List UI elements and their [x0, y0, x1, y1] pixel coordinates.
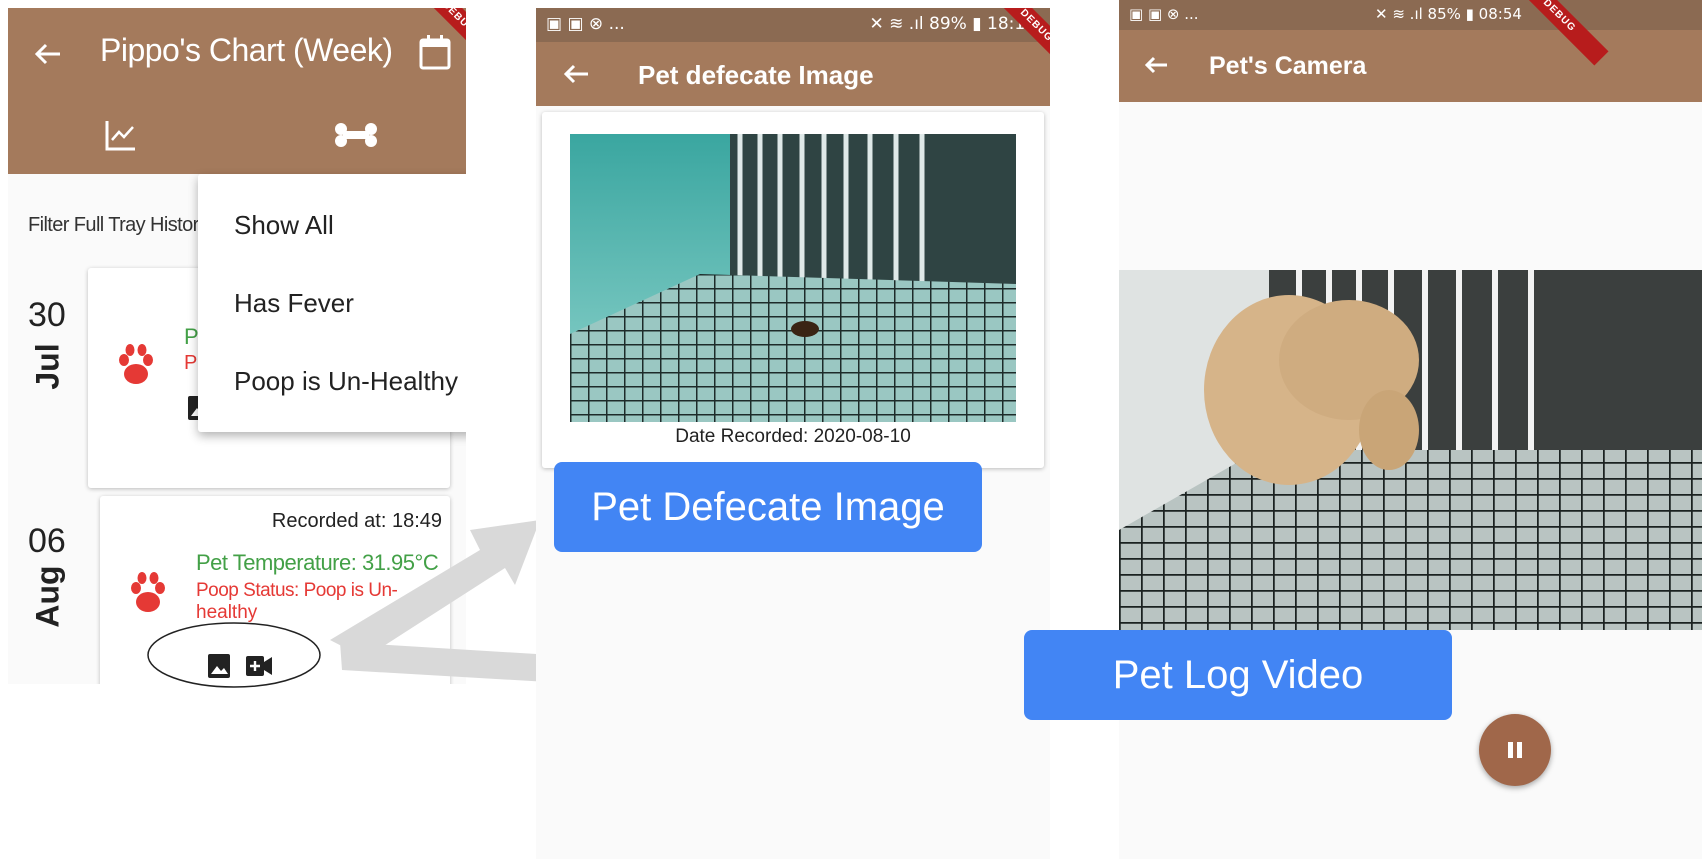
- app-bar: Pet's Camera: [1119, 30, 1702, 102]
- back-button[interactable]: [1141, 50, 1171, 80]
- status-icons-right: ✕ ≋ .ıl 89% ▮ 18:10: [869, 14, 1037, 34]
- status-bar: ▣ ▣ ⊗ ... ✕ ≋ .ıl 85% ▮ 08:54: [1119, 0, 1702, 30]
- poop-status-text: P: [184, 352, 198, 374]
- filter-label: Filter Full Tray History: [28, 214, 209, 236]
- highlight-ellipse: [147, 622, 321, 688]
- date-day: 06: [28, 522, 66, 560]
- paw-icon: [131, 572, 165, 612]
- calendar-icon: [419, 35, 451, 70]
- page-title: Pet defecate Image: [638, 60, 874, 90]
- arrow-to-image: [330, 520, 540, 658]
- status-icons-right: ✕ ≋ .ıl 85% ▮ 08:54: [1375, 5, 1522, 23]
- date-day: 30: [28, 296, 66, 334]
- callout-log-video: Pet Log Video: [1024, 630, 1452, 720]
- defecate-photo: [570, 134, 1016, 422]
- paw-icon: [119, 344, 153, 384]
- bone-icon: [335, 123, 377, 147]
- back-button[interactable]: [30, 36, 66, 72]
- date-recorded-label: Date Recorded: 2020-08-10: [675, 426, 911, 447]
- status-icons-left: ▣ ▣ ⊗ ...: [546, 14, 625, 34]
- callout-defecate-image: Pet Defecate Image: [554, 462, 982, 552]
- menu-item-show-all[interactable]: Show All: [234, 210, 334, 241]
- status-icons-left: ▣ ▣ ⊗ ...: [1129, 5, 1199, 23]
- pause-button[interactable]: [1479, 714, 1551, 786]
- tab-bone[interactable]: [334, 118, 378, 152]
- filter-dropdown-menu: Show All Has Fever Poop is Un-Healthy: [198, 174, 466, 432]
- status-bar: ▣ ▣ ⊗ ... ✕ ≋ .ıl 89% ▮ 18:10: [536, 8, 1050, 42]
- defecate-image-screen: ▣ ▣ ⊗ ... ✕ ≋ .ıl 89% ▮ 18:10 Pet defeca…: [536, 8, 1050, 859]
- line-chart-icon: [105, 121, 135, 151]
- temperature-text: P: [184, 324, 199, 349]
- date-month: Aug: [29, 565, 66, 628]
- pet-camera-screen: ▣ ▣ ⊗ ... ✕ ≋ .ıl 85% ▮ 08:54 Pet's Came…: [1119, 0, 1702, 859]
- back-arrow-icon: [563, 64, 588, 84]
- tab-chart[interactable]: [104, 118, 138, 152]
- page-title: Pet's Camera: [1209, 52, 1367, 80]
- back-arrow-icon: [1144, 56, 1167, 74]
- app-bar: Pippo's Chart (Week): [8, 8, 466, 174]
- page-title: Pippo's Chart (Week): [100, 32, 393, 68]
- date-month: Jul: [29, 343, 66, 390]
- back-arrow-icon: [34, 43, 60, 65]
- calendar-button[interactable]: [418, 34, 452, 72]
- camera-video[interactable]: [1119, 270, 1702, 630]
- menu-item-poop-unhealthy[interactable]: Poop is Un-Healthy: [234, 366, 458, 397]
- back-button[interactable]: [560, 58, 592, 90]
- menu-item-has-fever[interactable]: Has Fever: [234, 288, 354, 319]
- app-bar: Pet defecate Image: [536, 42, 1050, 106]
- image-card: Date Recorded: 2020-08-10: [542, 112, 1044, 468]
- pause-icon: [1508, 742, 1522, 758]
